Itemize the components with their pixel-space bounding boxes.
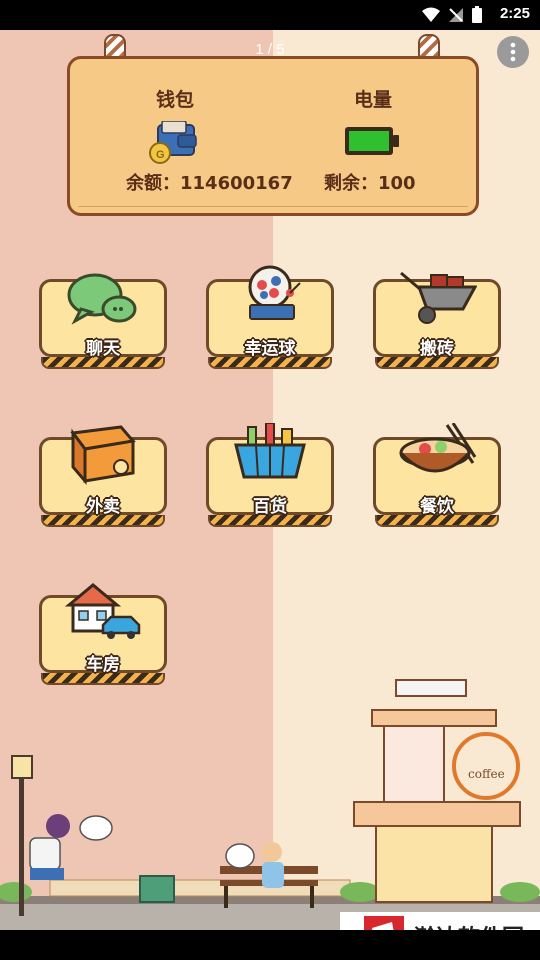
- battery-status-icon: [472, 6, 482, 23]
- tile-delivery[interactable]: 外卖: [39, 425, 167, 527]
- wifi-icon: [422, 7, 440, 22]
- more-vertical-icon: [510, 42, 516, 62]
- wallet-label: 钱包: [156, 89, 195, 111]
- svg-text:G: G: [156, 149, 165, 161]
- status-bar: 2:25: [0, 0, 540, 30]
- street-scene-illustration: coffee: [0, 679, 540, 930]
- chat-bubbles-icon: [67, 273, 137, 325]
- brick-wheelbarrow-icon: [400, 271, 477, 324]
- coffee-sign-text: coffee: [468, 767, 505, 781]
- tile-lucky-ball[interactable]: 幸运球: [206, 265, 334, 369]
- tile-chat[interactable]: 聊天: [39, 273, 167, 369]
- tile-label: 搬砖: [420, 339, 454, 359]
- wallet-icon: G: [149, 121, 197, 164]
- tile-brick[interactable]: 搬砖: [373, 271, 501, 369]
- tile-label: 餐饮: [420, 497, 454, 517]
- tile-label: 百货: [253, 497, 287, 517]
- tile-label: 聊天: [86, 339, 120, 359]
- shopping-basket-icon: [234, 423, 306, 479]
- tile-dining[interactable]: 餐饮: [373, 423, 501, 527]
- balance-value: 余额：114600167: [126, 173, 293, 194]
- status-icons: [422, 6, 482, 23]
- page-indicator: 1 / 5: [255, 41, 285, 58]
- food-bowl-icon: [399, 423, 477, 473]
- tile-department-store[interactable]: 百货: [206, 423, 334, 527]
- delivery-box-icon: [70, 425, 136, 486]
- trash-bin: [139, 875, 175, 903]
- battery-label: 电量: [354, 89, 393, 111]
- no-signal-icon: [449, 7, 463, 22]
- status-sign-board: 钱包 电量 G 余额：114600167 剩余：100: [67, 56, 479, 216]
- house-car-icon: [64, 583, 141, 639]
- battery-icon: [345, 127, 399, 155]
- status-time: 2:25: [499, 5, 530, 22]
- navigation-bar: [0, 930, 540, 960]
- coffee-shop: coffee: [353, 679, 521, 903]
- battery-remaining-value: 剩余：100: [324, 173, 416, 194]
- tile-label: 幸运球: [244, 339, 296, 359]
- more-options-button[interactable]: [497, 36, 529, 68]
- tile-label: 外卖: [86, 497, 120, 517]
- person-with-phone: [29, 814, 113, 880]
- lucky-ball-machine-icon: [248, 265, 301, 320]
